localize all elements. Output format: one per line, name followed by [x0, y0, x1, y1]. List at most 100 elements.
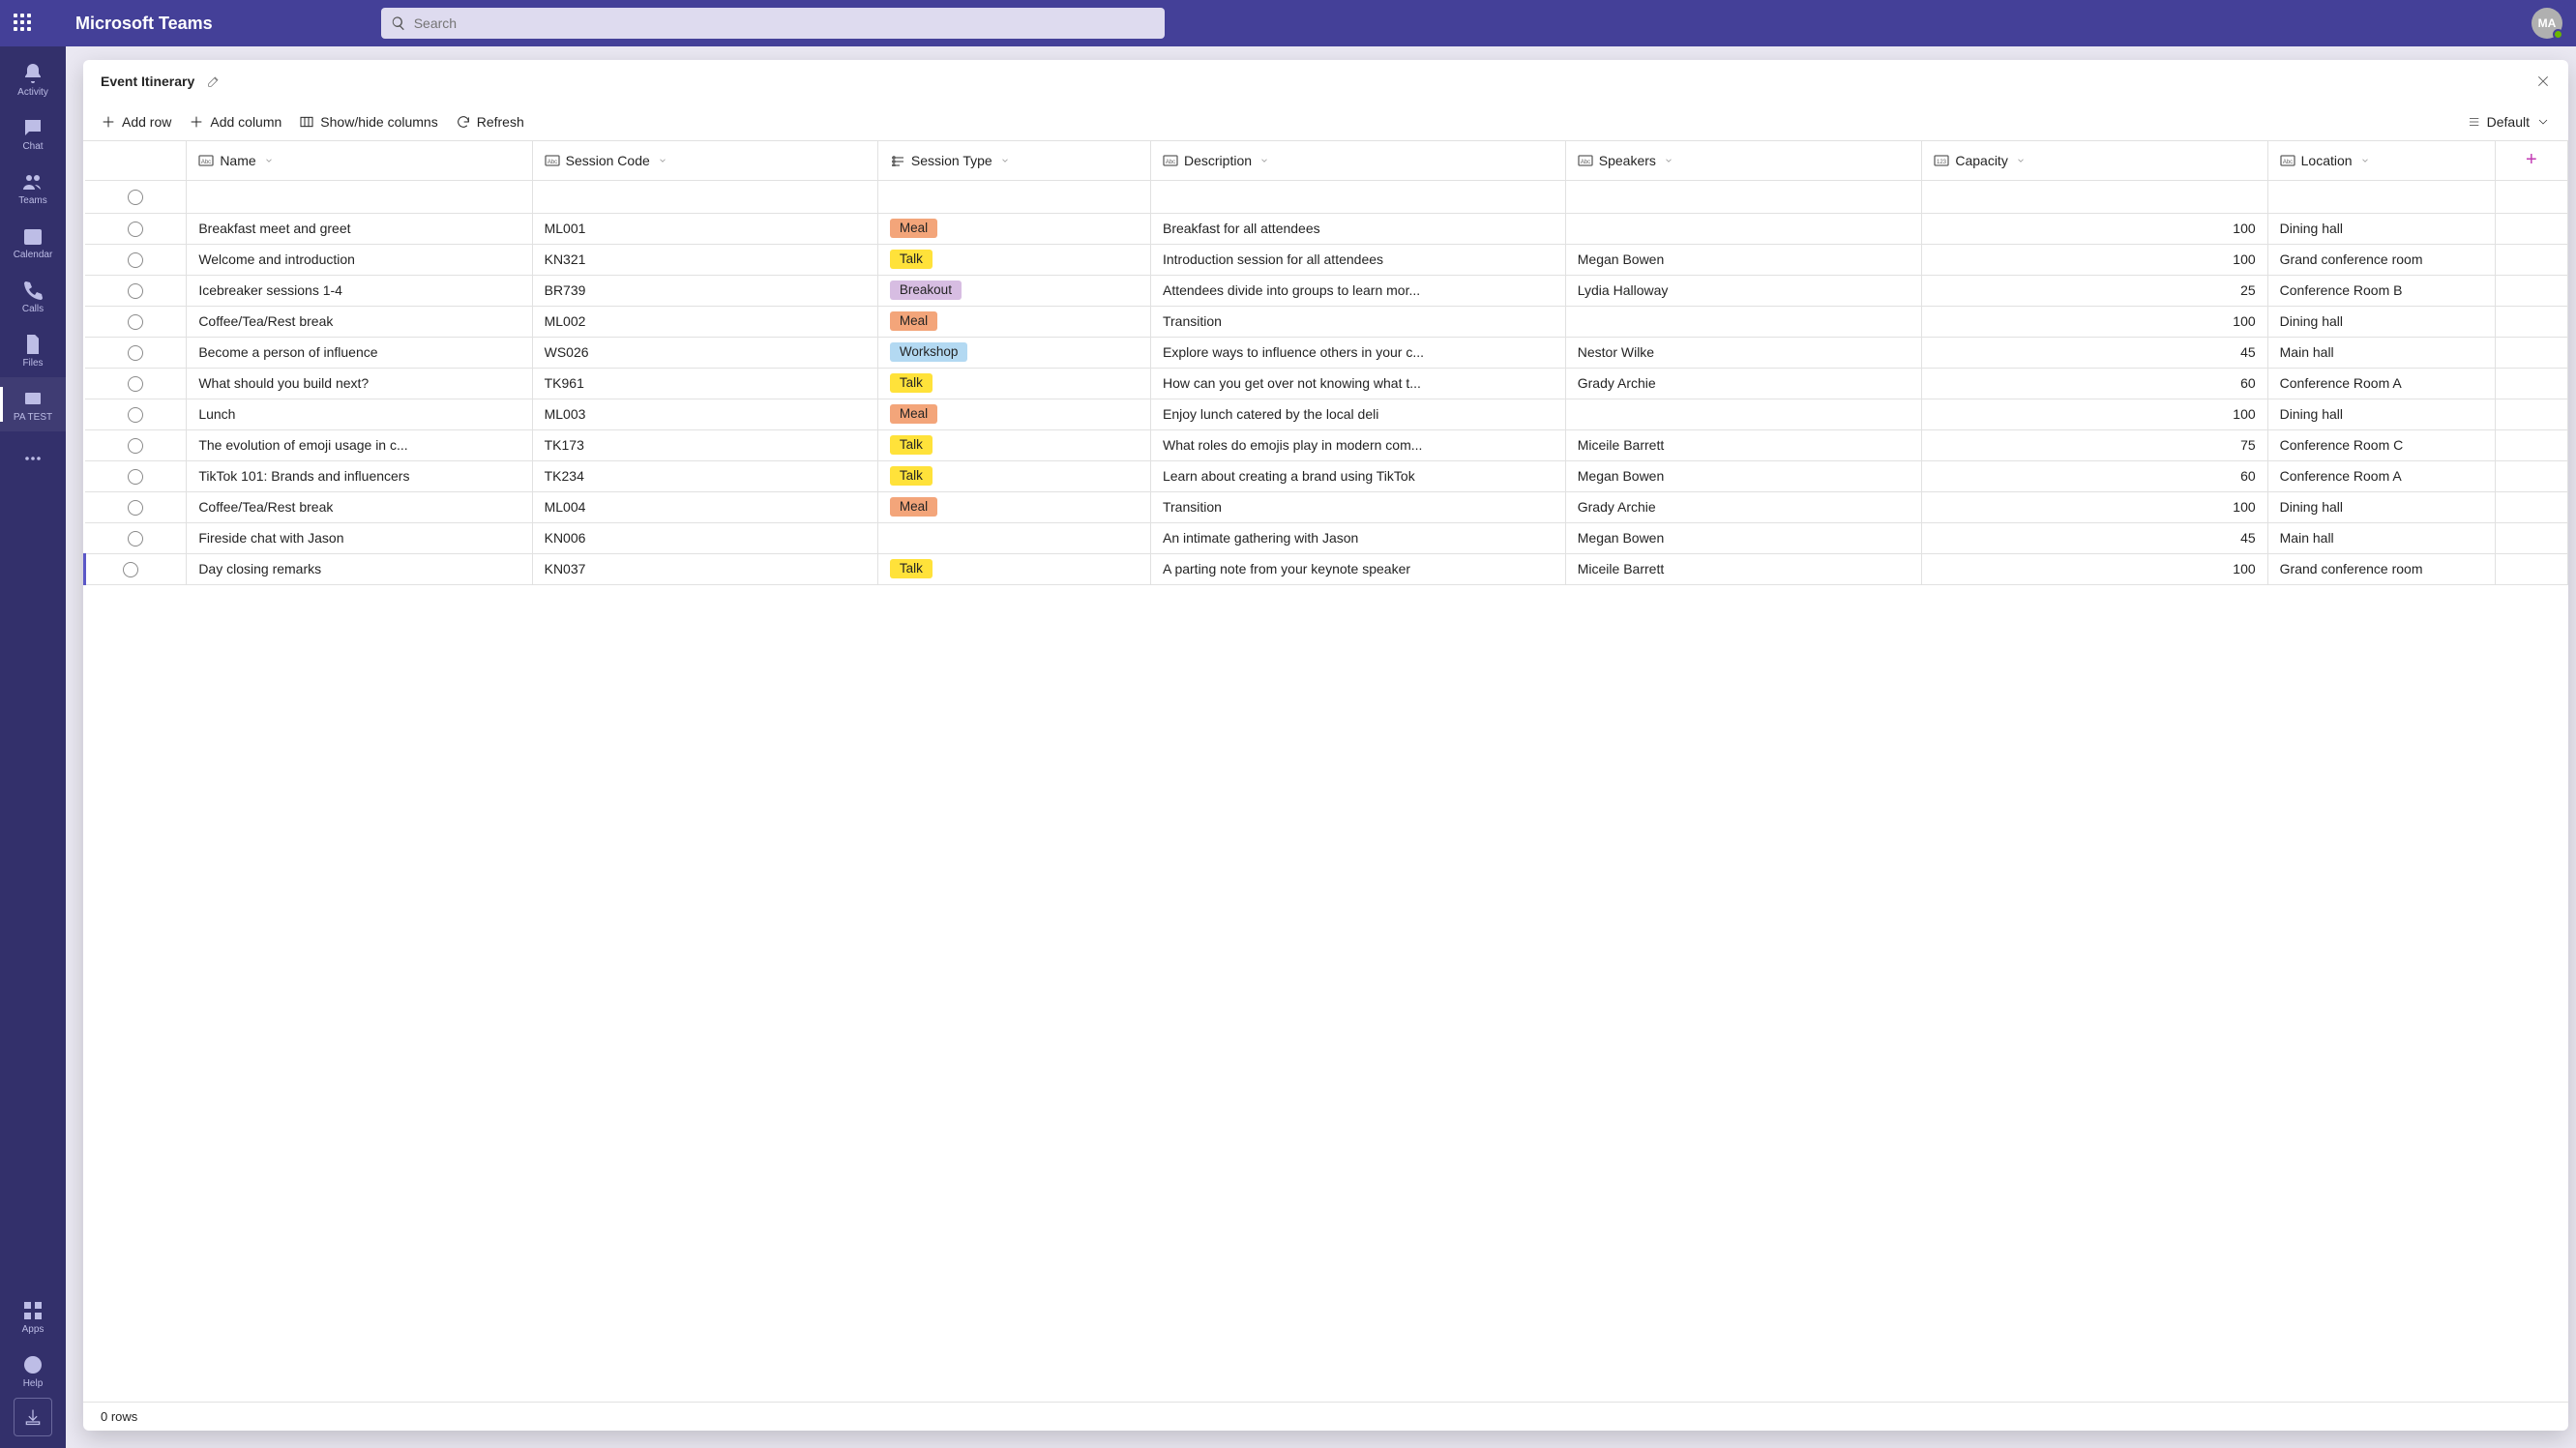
filter-cell-description[interactable]	[1150, 180, 1565, 213]
cell-session-type[interactable]: Talk	[877, 460, 1150, 491]
add-column-button[interactable]: Add column	[189, 114, 281, 130]
cell-location[interactable]: Dining hall	[2267, 306, 2495, 337]
rail-item-pa[interactable]: PA TEST	[0, 377, 66, 431]
cell-speakers[interactable]: Megan Bowen	[1565, 460, 1922, 491]
cell-name[interactable]: Lunch	[187, 399, 532, 429]
download-app-button[interactable]	[14, 1398, 52, 1436]
cell-session-code[interactable]: ML003	[532, 399, 877, 429]
cell-description[interactable]: What roles do emojis play in modern com.…	[1150, 429, 1565, 460]
cell-session-type[interactable]: Meal	[877, 213, 1150, 244]
cell-name[interactable]: Fireside chat with Jason	[187, 522, 532, 553]
cell-location[interactable]: Conference Room A	[2267, 368, 2495, 399]
cell-speakers[interactable]	[1565, 399, 1922, 429]
cell-capacity[interactable]: 60	[1922, 368, 2267, 399]
filter-cell-location[interactable]	[2267, 180, 2495, 213]
cell-capacity[interactable]: 100	[1922, 553, 2267, 584]
cell-description[interactable]: Introduction session for all attendees	[1150, 244, 1565, 275]
cell-speakers[interactable]: Miceile Barrett	[1565, 553, 1922, 584]
cell-location[interactable]: Conference Room B	[2267, 275, 2495, 306]
column-header-description[interactable]: Abc Description	[1150, 141, 1565, 180]
cell-session-type[interactable]: Meal	[877, 306, 1150, 337]
cell-session-type[interactable]: Workshop	[877, 337, 1150, 368]
select-all-cell[interactable]	[85, 180, 187, 213]
cell-description[interactable]: Attendees divide into groups to learn mo…	[1150, 275, 1565, 306]
cell-capacity[interactable]: 45	[1922, 522, 2267, 553]
rail-item-help[interactable]: Help	[0, 1344, 66, 1398]
cell-location[interactable]: Grand conference room	[2267, 244, 2495, 275]
row-select[interactable]	[85, 553, 187, 584]
cell-name[interactable]: Become a person of influence	[187, 337, 532, 368]
column-header-location[interactable]: Abc Location	[2267, 141, 2495, 180]
filter-cell-sessionCode[interactable]	[532, 180, 877, 213]
cell-speakers[interactable]: Grady Archie	[1565, 368, 1922, 399]
add-row-button[interactable]: Add row	[101, 114, 171, 130]
table-row[interactable]: Lunch ML003 Meal Enjoy lunch catered by …	[85, 399, 2568, 429]
add-column-header[interactable]: +	[2495, 141, 2567, 180]
avatar[interactable]: MA	[2532, 8, 2562, 39]
column-header-speakers[interactable]: Abc Speakers	[1565, 141, 1922, 180]
cell-location[interactable]: Grand conference room	[2267, 553, 2495, 584]
column-header-sessionType[interactable]: Session Type	[877, 141, 1150, 180]
cell-name[interactable]: Welcome and introduction	[187, 244, 532, 275]
row-select[interactable]	[85, 491, 187, 522]
cell-name[interactable]: Breakfast meet and greet	[187, 213, 532, 244]
table-row[interactable]: Icebreaker sessions 1-4 BR739 Breakout A…	[85, 275, 2568, 306]
cell-location[interactable]: Dining hall	[2267, 491, 2495, 522]
cell-description[interactable]: Transition	[1150, 306, 1565, 337]
row-select[interactable]	[85, 522, 187, 553]
cell-session-type[interactable]: Meal	[877, 491, 1150, 522]
cell-location[interactable]: Dining hall	[2267, 213, 2495, 244]
rail-item-bell[interactable]: Activity	[0, 52, 66, 106]
cell-capacity[interactable]: 100	[1922, 244, 2267, 275]
cell-speakers[interactable]: Grady Archie	[1565, 491, 1922, 522]
cell-name[interactable]: Day closing remarks	[187, 553, 532, 584]
cell-name[interactable]: The evolution of emoji usage in c...	[187, 429, 532, 460]
cell-description[interactable]: How can you get over not knowing what t.…	[1150, 368, 1565, 399]
cell-description[interactable]: Enjoy lunch catered by the local deli	[1150, 399, 1565, 429]
table-row[interactable]: Welcome and introduction KN321 Talk Intr…	[85, 244, 2568, 275]
view-selector[interactable]: Default	[2466, 114, 2551, 130]
table-row[interactable]: TikTok 101: Brands and influencers TK234…	[85, 460, 2568, 491]
filter-cell-speakers[interactable]	[1565, 180, 1922, 213]
rail-item-more[interactable]	[0, 431, 66, 486]
cell-description[interactable]: Breakfast for all attendees	[1150, 213, 1565, 244]
cell-session-type[interactable]: Talk	[877, 553, 1150, 584]
cell-speakers[interactable]	[1565, 306, 1922, 337]
table-row[interactable]: What should you build next? TK961 Talk H…	[85, 368, 2568, 399]
row-select[interactable]	[85, 399, 187, 429]
cell-speakers[interactable]: Miceile Barrett	[1565, 429, 1922, 460]
cell-session-type[interactable]	[877, 522, 1150, 553]
cell-session-code[interactable]: KN321	[532, 244, 877, 275]
cell-session-code[interactable]: BR739	[532, 275, 877, 306]
row-select[interactable]	[85, 429, 187, 460]
table-row[interactable]: Breakfast meet and greet ML001 Meal Brea…	[85, 213, 2568, 244]
cell-session-code[interactable]: KN037	[532, 553, 877, 584]
cell-capacity[interactable]: 100	[1922, 306, 2267, 337]
row-select[interactable]	[85, 368, 187, 399]
cell-speakers[interactable]: Nestor Wilke	[1565, 337, 1922, 368]
cell-location[interactable]: Conference Room C	[2267, 429, 2495, 460]
cell-speakers[interactable]	[1565, 213, 1922, 244]
cell-capacity[interactable]: 100	[1922, 491, 2267, 522]
row-select[interactable]	[85, 460, 187, 491]
rail-item-apps[interactable]: Apps	[0, 1289, 66, 1344]
cell-session-type[interactable]: Meal	[877, 399, 1150, 429]
filter-cell-sessionType[interactable]	[877, 180, 1150, 213]
table-row[interactable]: Day closing remarks KN037 Talk A parting…	[85, 553, 2568, 584]
search-input[interactable]	[414, 15, 1155, 31]
cell-session-code[interactable]: ML002	[532, 306, 877, 337]
cell-name[interactable]: Coffee/Tea/Rest break	[187, 306, 532, 337]
row-select[interactable]	[85, 244, 187, 275]
cell-capacity[interactable]: 100	[1922, 399, 2267, 429]
cell-name[interactable]: Coffee/Tea/Rest break	[187, 491, 532, 522]
cell-capacity[interactable]: 25	[1922, 275, 2267, 306]
edit-icon[interactable]	[206, 74, 222, 89]
cell-description[interactable]: Learn about creating a brand using TikTo…	[1150, 460, 1565, 491]
table-row[interactable]: Fireside chat with Jason KN006 An intima…	[85, 522, 2568, 553]
row-select[interactable]	[85, 275, 187, 306]
table-row[interactable]: Coffee/Tea/Rest break ML002 Meal Transit…	[85, 306, 2568, 337]
rail-item-chat[interactable]: Chat	[0, 106, 66, 161]
cell-name[interactable]: Icebreaker sessions 1-4	[187, 275, 532, 306]
cell-session-type[interactable]: Talk	[877, 368, 1150, 399]
show-hide-columns-button[interactable]: Show/hide columns	[299, 114, 437, 130]
